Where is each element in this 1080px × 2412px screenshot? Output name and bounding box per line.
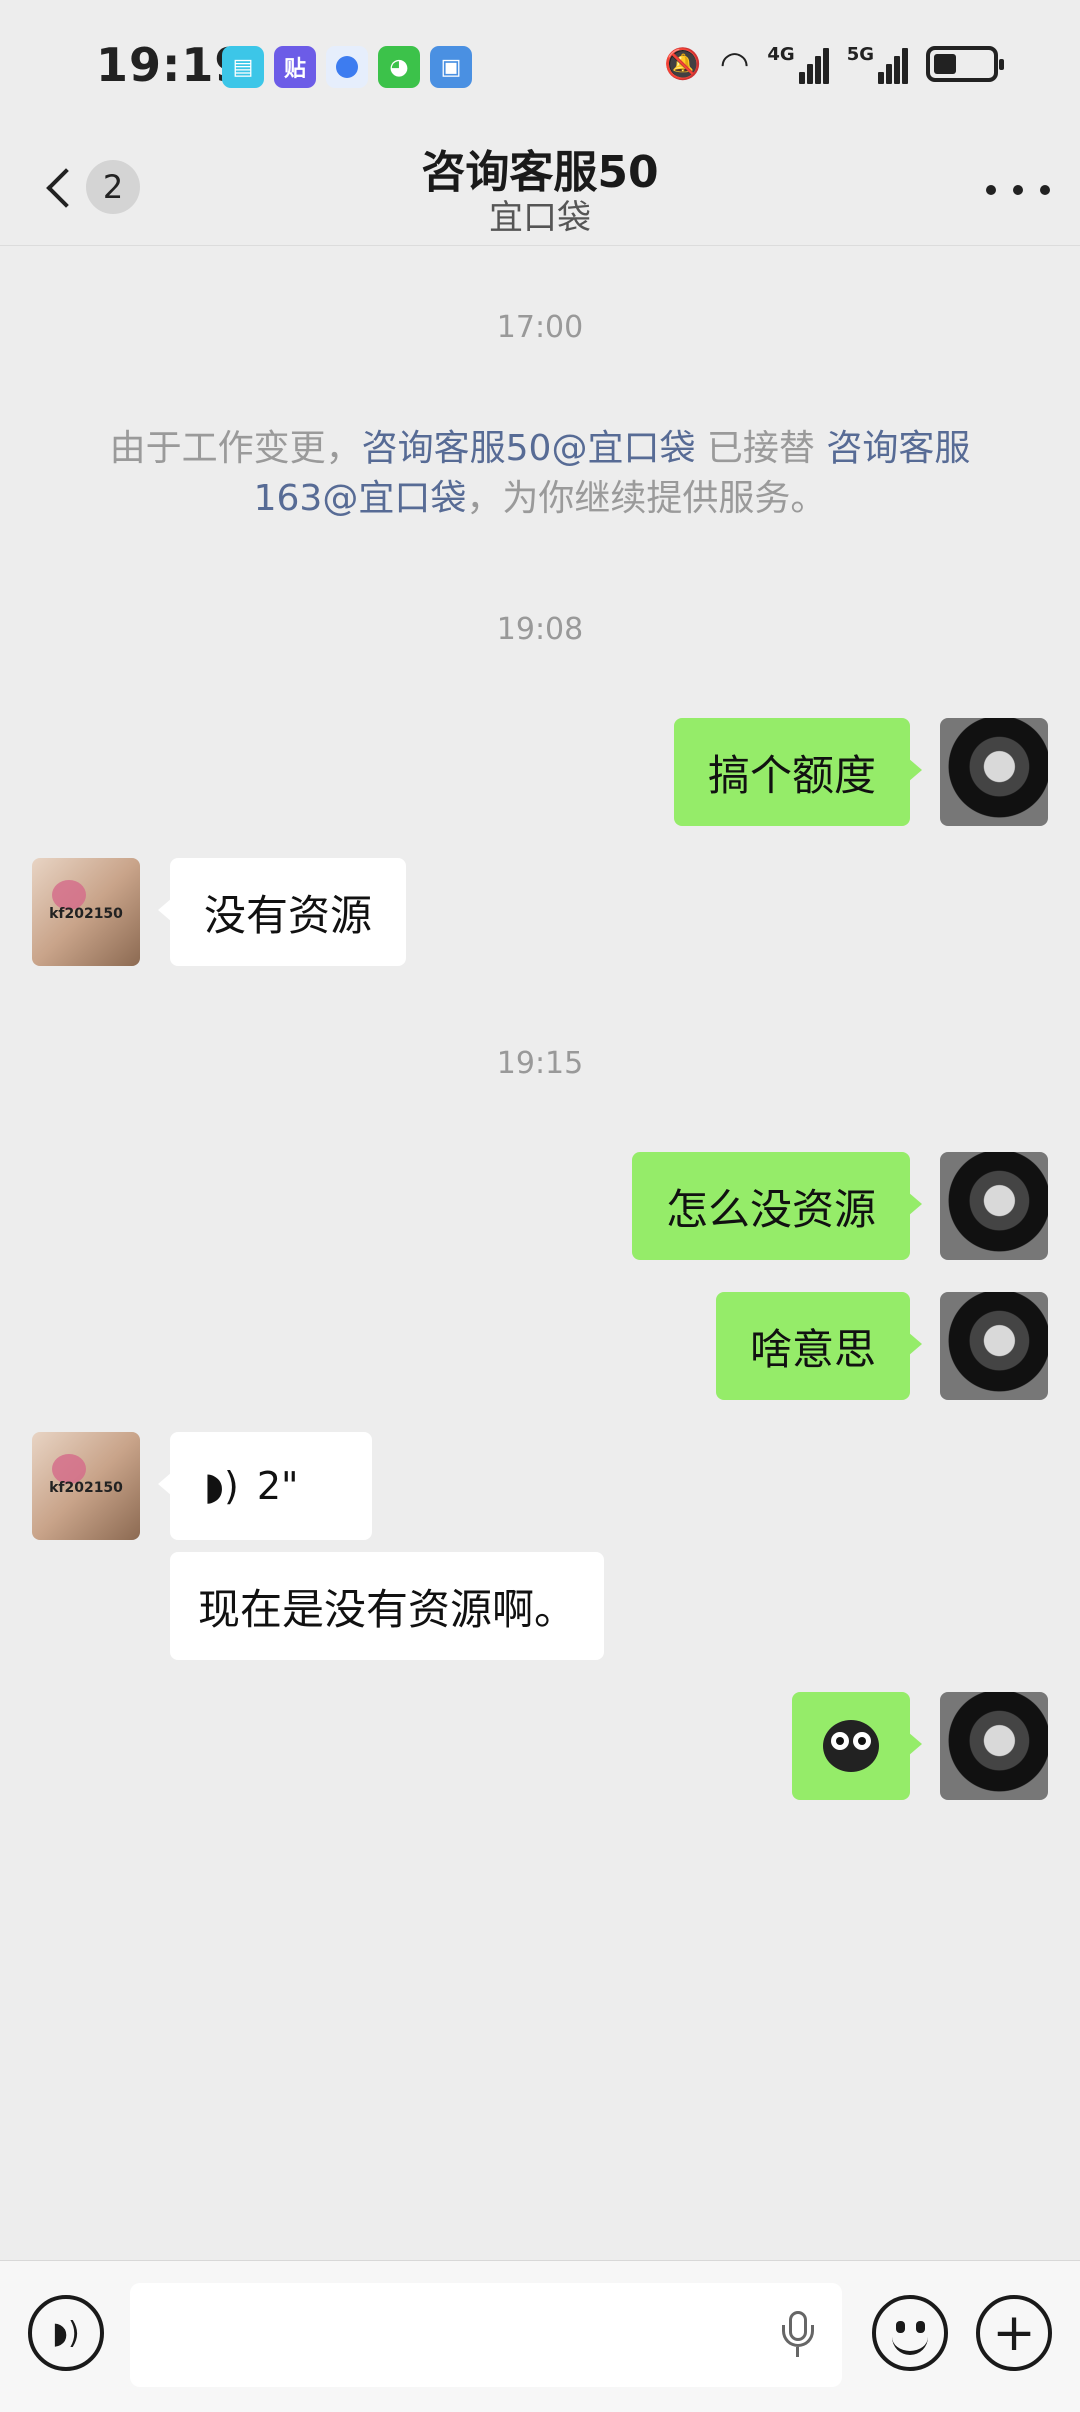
- system-message-text: 由于工作变更，: [109, 428, 362, 469]
- signal-4g-label: 4G: [767, 44, 795, 65]
- voice-duration: 2": [256, 1464, 299, 1508]
- sticker-icon: [823, 1720, 879, 1772]
- message-text: 没有资源: [204, 890, 373, 940]
- message-text: 啥意思: [749, 1324, 876, 1374]
- sticker-message-bubble[interactable]: [792, 1692, 922, 1800]
- system-icons: 🔕 ◠ 4G 5G: [664, 44, 1004, 84]
- timestamp: 19:08: [496, 612, 584, 647]
- chat-subtitle: 宜口袋: [489, 198, 591, 238]
- agent-link[interactable]: 咨询客服50@宜口袋: [362, 428, 696, 469]
- emoji-button[interactable]: [872, 2295, 948, 2371]
- system-message: 由于工作变更，咨询客服50@宜口袋 已接替 咨询客服163@宜口袋，为你继续提供…: [80, 424, 1000, 524]
- agent-avatar[interactable]: kf202150: [32, 858, 140, 966]
- agent-avatar-text: kf202150: [49, 906, 123, 922]
- mic-icon[interactable]: [778, 2311, 818, 2361]
- more-dot-icon: [1013, 185, 1023, 195]
- message-bubble-received[interactable]: 没有资源: [157, 858, 407, 966]
- mute-bell-icon: 🔕: [664, 46, 702, 82]
- emoji-icon: [876, 2299, 944, 2367]
- signal-5g-label: 5G: [846, 44, 874, 65]
- message-bubble-sent[interactable]: 怎么没资源: [631, 1152, 923, 1260]
- wallet-app-icon: ▣: [430, 46, 472, 88]
- message-input[interactable]: [130, 2283, 842, 2387]
- system-message-text: ，为你继续提供服务。: [466, 478, 827, 519]
- message-text: 搞个额度: [707, 750, 876, 800]
- notification-app-icons: ▤ 贴 ◕ ▣: [222, 46, 472, 88]
- plus-button[interactable]: +: [976, 2295, 1052, 2371]
- message-text: 怎么没资源: [665, 1184, 876, 1234]
- agent-avatar[interactable]: kf202150: [32, 1432, 140, 1540]
- book-app-icon: ▤: [222, 46, 264, 88]
- tieba-app-icon: 贴: [274, 46, 316, 88]
- my-avatar[interactable]: [940, 1692, 1048, 1800]
- battery-icon: [926, 46, 1004, 82]
- timestamp: 17:00: [496, 310, 584, 345]
- agent-avatar-text: kf202150: [49, 1480, 123, 1496]
- message-bubble-sent[interactable]: 啥意思: [715, 1292, 923, 1400]
- plus-icon: +: [992, 2303, 1036, 2363]
- wifi-icon: ◠: [719, 44, 750, 84]
- my-avatar[interactable]: [940, 1152, 1048, 1260]
- my-avatar[interactable]: [940, 1292, 1048, 1400]
- signal-4g-icon: 4G: [767, 44, 829, 84]
- system-message-text: 已接替: [695, 428, 827, 469]
- voice-wave-icon: ◗): [204, 1464, 239, 1508]
- voice-message-bubble[interactable]: ◗) 2": [158, 1432, 372, 1540]
- tieba-app-label: 贴: [283, 57, 306, 82]
- my-avatar[interactable]: [940, 718, 1048, 826]
- wechat-app-icon: ◕: [378, 46, 420, 88]
- more-dot-icon: [1040, 185, 1050, 195]
- more-options-button[interactable]: [986, 170, 1050, 210]
- voice-toggle-icon: ◗): [52, 2315, 80, 2351]
- signal-5g-icon: 5G: [847, 44, 908, 84]
- status-bar: 19:19 ▤ 贴 ◕ ▣ 🔕 ◠ 4G 5G: [0, 0, 1080, 134]
- voice-toggle-button[interactable]: ◗): [28, 2295, 104, 2371]
- input-bar: ◗) +: [0, 2260, 1080, 2412]
- message-bubble-received[interactable]: 现在是没有资源啊。: [170, 1552, 605, 1660]
- chat-header: 2 咨询客服50 宜口袋: [0, 134, 1080, 246]
- blue-dot-app-icon: [326, 46, 368, 88]
- message-bubble-sent[interactable]: 搞个额度: [673, 718, 923, 826]
- timestamp: 19:15: [496, 1046, 584, 1081]
- more-dot-icon: [986, 185, 996, 195]
- message-text: 现在是没有资源啊。: [198, 1584, 577, 1634]
